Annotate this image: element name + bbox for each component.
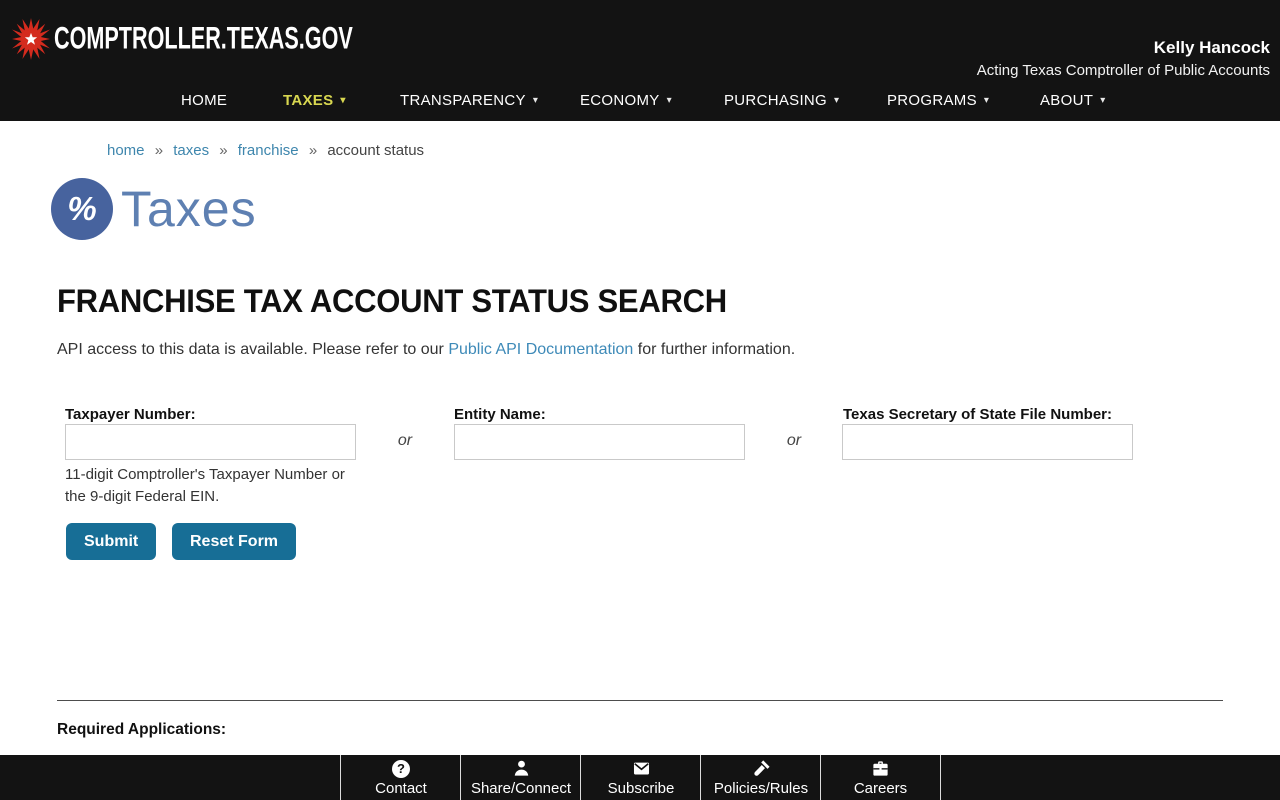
reset-form-button[interactable]: Reset Form — [172, 523, 297, 560]
nav-taxes[interactable]: TAXES — [283, 92, 346, 109]
footer-policies-rules[interactable]: Policies/Rules — [700, 755, 821, 800]
footer-subscribe-label: Subscribe — [607, 780, 675, 797]
nav-programs[interactable]: PROGRAMS — [887, 92, 989, 109]
intro-text-after: for further information. — [633, 341, 796, 358]
submit-button[interactable]: Submit — [66, 523, 157, 560]
nav-about[interactable]: ABOUT — [1040, 92, 1106, 109]
section-divider — [57, 700, 1223, 701]
question-circle-icon: ? — [392, 759, 411, 778]
nav-economy[interactable]: ECONOMY — [580, 92, 672, 109]
gavel-icon — [752, 759, 771, 778]
footer-subscribe[interactable]: Subscribe — [580, 755, 701, 800]
taxpayer-number-help-text: 11-digit Comptroller's Taxpayer Number o… — [65, 466, 345, 506]
sos-file-number-label: Texas Secretary of State File Number: — [843, 406, 1112, 423]
intro-text-before: API access to this data is available. Pl… — [57, 341, 449, 358]
main-nav: HOME TAXES TRANSPARENCY ECONOMY PURCHASI… — [0, 0, 1280, 121]
percent-glyph: % — [67, 190, 97, 227]
breadcrumb-separator: » — [308, 142, 318, 159]
percent-icon: % — [51, 178, 113, 240]
caret-down-icon — [333, 92, 345, 109]
or-separator: or — [786, 432, 802, 449]
footer-contact[interactable]: ? Contact — [340, 755, 461, 800]
section-banner: % Taxes — [51, 178, 257, 240]
person-icon — [512, 759, 531, 778]
page-title: FRANCHISE TAX ACCOUNT STATUS SEARCH — [57, 283, 727, 319]
breadcrumb-separator: » — [154, 142, 164, 159]
breadcrumb-current: account status — [327, 142, 425, 159]
taxpayer-number-input[interactable] — [65, 424, 356, 460]
breadcrumb-separator: » — [219, 142, 228, 159]
sos-file-number-input[interactable] — [842, 424, 1133, 460]
footer-careers[interactable]: Careers — [820, 755, 941, 800]
intro-paragraph: API access to this data is available. Pl… — [57, 341, 795, 359]
entity-name-label: Entity Name: — [454, 406, 546, 423]
nav-taxes-label: TAXES — [283, 92, 334, 109]
nav-transparency[interactable]: TRANSPARENCY — [400, 92, 538, 109]
footer-contact-label: Contact — [375, 780, 427, 797]
breadcrumb-franchise[interactable]: franchise — [238, 142, 299, 159]
section-title: Taxes — [121, 181, 257, 237]
site-footer: ? Contact Share/Connect Subscribe Polici… — [0, 755, 1280, 800]
footer-share-connect-label: Share/Connect — [470, 780, 572, 797]
entity-name-input[interactable] — [454, 424, 745, 460]
taxpayer-number-label: Taxpayer Number: — [65, 406, 196, 423]
nav-home[interactable]: HOME — [181, 92, 227, 109]
briefcase-icon — [871, 759, 890, 778]
nav-purchasing[interactable]: PURCHASING — [724, 92, 839, 109]
envelope-icon — [632, 759, 651, 778]
breadcrumb: home » taxes » franchise » account statu… — [107, 142, 424, 159]
breadcrumb-taxes[interactable]: taxes — [173, 142, 209, 159]
footer-policies-rules-label: Policies/Rules — [713, 780, 809, 797]
breadcrumb-home[interactable]: home — [107, 142, 145, 159]
public-api-documentation-link[interactable]: Public API Documentation — [448, 341, 633, 358]
footer-careers-label: Careers — [853, 780, 908, 797]
footer-share-connect[interactable]: Share/Connect — [460, 755, 581, 800]
required-applications-label: Required Applications: — [57, 721, 227, 738]
question-glyph: ? — [392, 759, 410, 778]
site-header: COMPTROLLER.TEXAS.GOV Kelly Hancock Acti… — [0, 0, 1280, 121]
or-separator: or — [397, 432, 413, 449]
